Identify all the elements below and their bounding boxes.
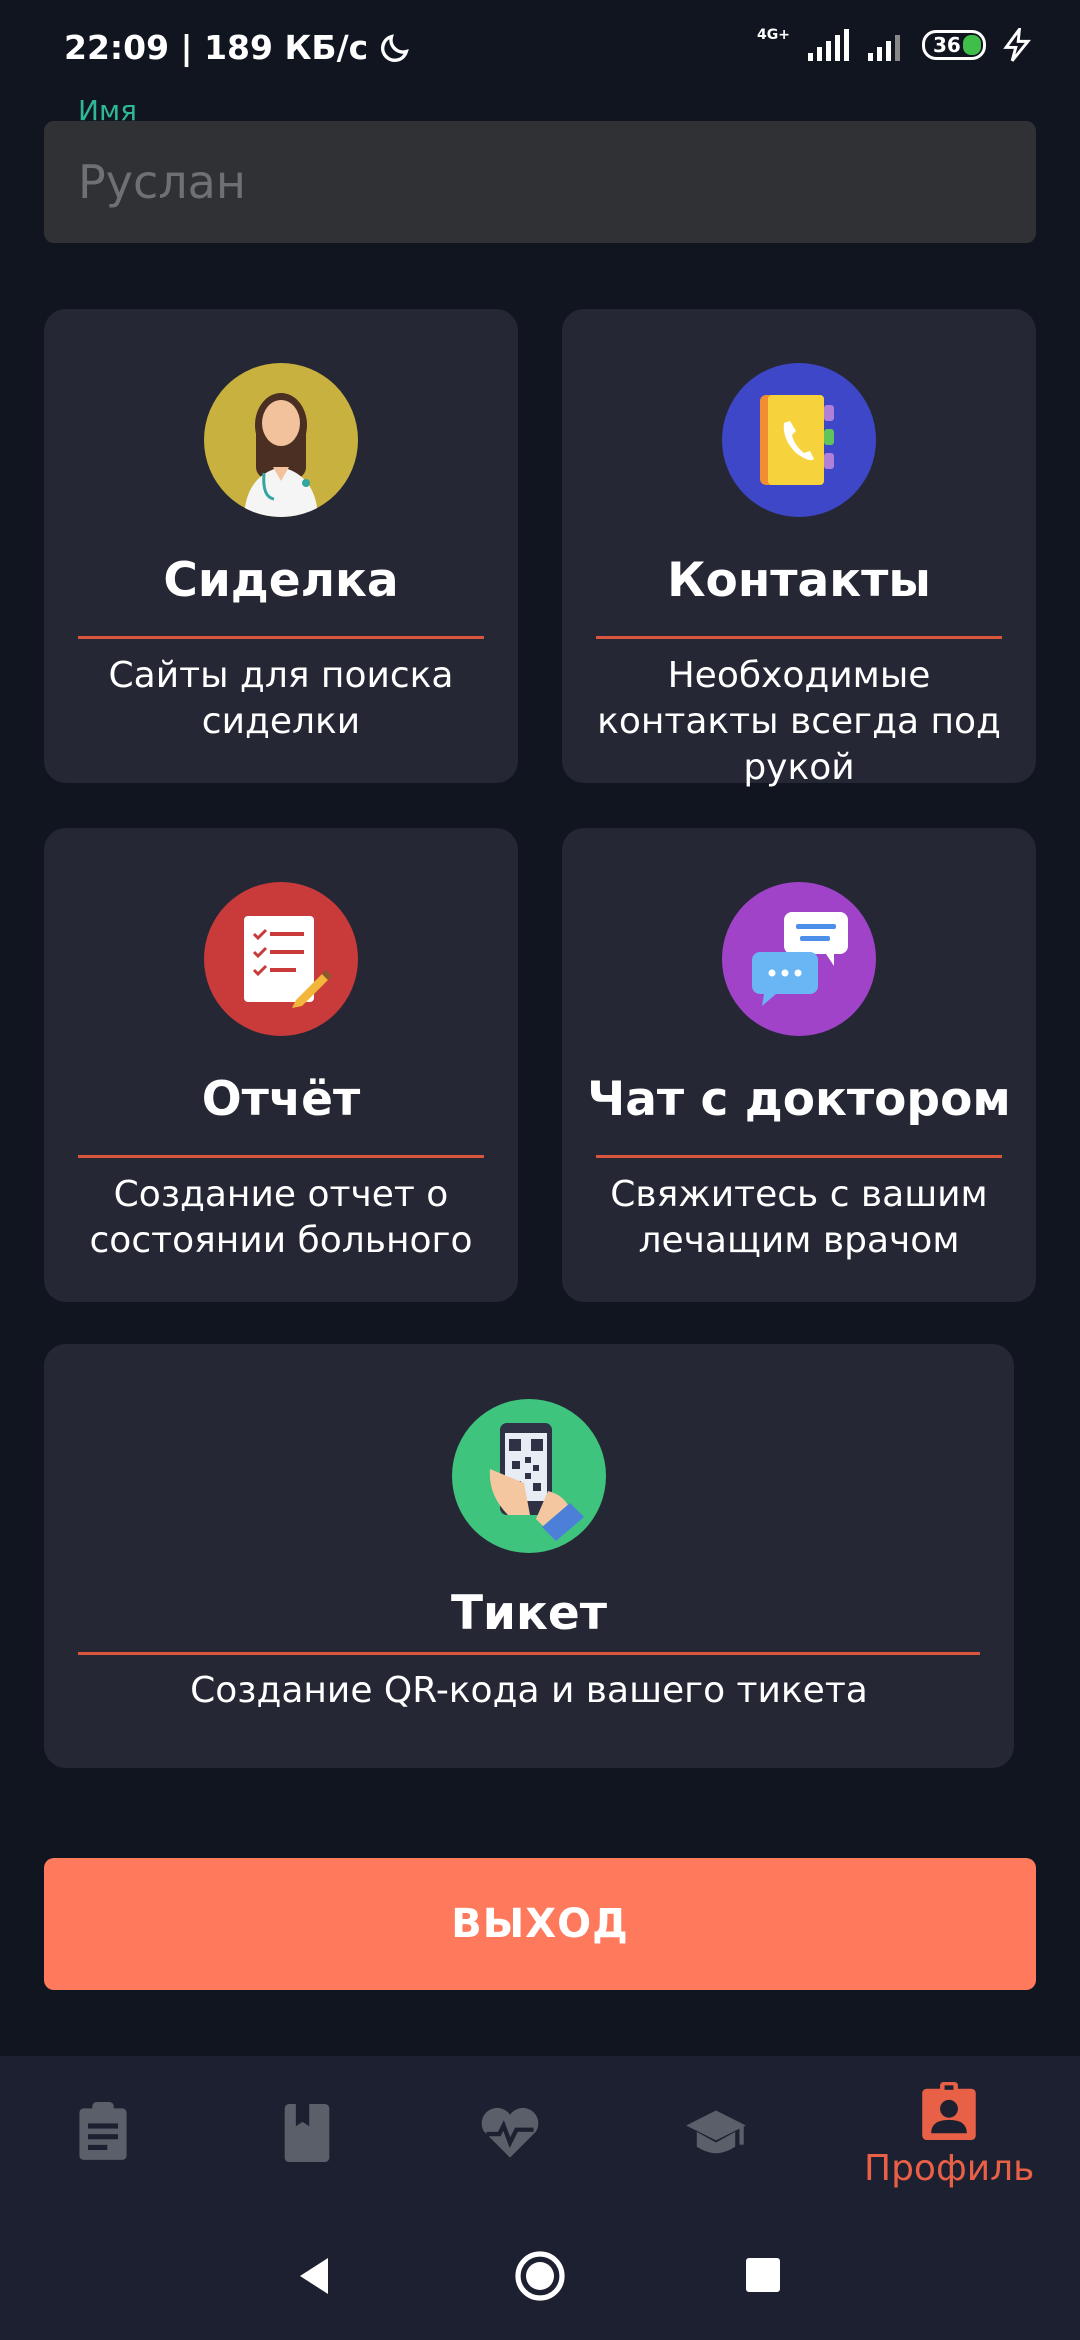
system-navigation: [0, 2220, 1080, 2320]
profile-badge-icon: [922, 2082, 976, 2140]
card-contacts[interactable]: Контакты Необходимые контакты всегда под…: [562, 309, 1036, 788]
nav-item-clipboard[interactable]: [76, 2102, 130, 2162]
card-title: Тикет: [450, 1586, 607, 1641]
status-bar: 22:09 | 189 КБ/с 4G+ 36: [0, 0, 1080, 100]
nav-item-book[interactable]: [283, 2104, 331, 2162]
nurse-icon: [204, 363, 358, 517]
card-description: Свяжитесь с вашим лечащим врачом: [610, 1174, 988, 1261]
contacts-book-icon: [722, 363, 876, 517]
status-time: 22:09 | 189 КБ/с: [64, 28, 369, 67]
card-title: Чат с доктором: [587, 1072, 1011, 1127]
battery-level: 36: [933, 33, 961, 57]
heart-pulse-icon: [481, 2107, 539, 2158]
signal-icon: [808, 29, 849, 61]
home-icon[interactable]: [514, 2250, 566, 2302]
moon-icon: [381, 33, 409, 62]
nav-label-profile: Профиль: [864, 2148, 1035, 2189]
card-doctor-chat[interactable]: Чат с доктором Свяжитесь с вашим лечащим…: [562, 828, 1036, 1302]
network-type: 4G+: [757, 27, 790, 43]
card-title: Сиделка: [163, 553, 399, 608]
card-description: Создание отчет о состоянии больного: [89, 1174, 473, 1261]
status-left: 22:09 | 189 КБ/с: [64, 28, 412, 67]
name-label: Имя: [78, 94, 137, 127]
card-description: Создание QR-кода и вашего тикета: [190, 1670, 868, 1711]
name-value: Руслан: [78, 155, 246, 209]
card-title: Отчёт: [201, 1072, 361, 1127]
card-ticket[interactable]: Тикет Создание QR-кода и вашего тикета: [44, 1344, 1014, 1768]
charging-icon: [1003, 28, 1031, 62]
exit-button[interactable]: ВЫХОД: [44, 1858, 1036, 1990]
book-icon: [284, 2104, 330, 2162]
recents-icon[interactable]: [746, 2258, 780, 2292]
chat-bubbles-icon: [722, 882, 876, 1036]
card-description: Сайты для поиска сиделки: [108, 655, 454, 742]
card-divider: [596, 1155, 1002, 1158]
name-field[interactable]: Руслан: [44, 121, 1036, 243]
nav-item-health[interactable]: [480, 2106, 540, 2160]
report-checklist-icon: [204, 882, 358, 1036]
card-divider: [78, 636, 484, 639]
back-icon[interactable]: [296, 2256, 332, 2296]
status-right: 4G+ 36: [757, 27, 1032, 62]
nav-item-profile[interactable]: Профиль: [864, 2082, 1034, 2189]
card-report[interactable]: Отчёт Создание отчет о состоянии больног…: [44, 828, 518, 1302]
card-divider: [78, 1155, 484, 1158]
graduation-cap-icon: [686, 2110, 746, 2154]
card-nurse[interactable]: Сиделка Сайты для поиска сиделки: [44, 309, 518, 783]
signal-icon-2: [868, 35, 900, 61]
card-divider: [78, 1652, 980, 1655]
clipboard-icon: [79, 2102, 127, 2160]
card-title: Контакты: [667, 553, 931, 608]
nav-item-education[interactable]: [684, 2108, 748, 2160]
card-divider: [596, 636, 1002, 639]
battery-icon: 36: [922, 30, 986, 60]
qr-phone-icon: [452, 1399, 606, 1553]
card-description: Необходимые контакты всегда под рукой: [597, 655, 1001, 788]
